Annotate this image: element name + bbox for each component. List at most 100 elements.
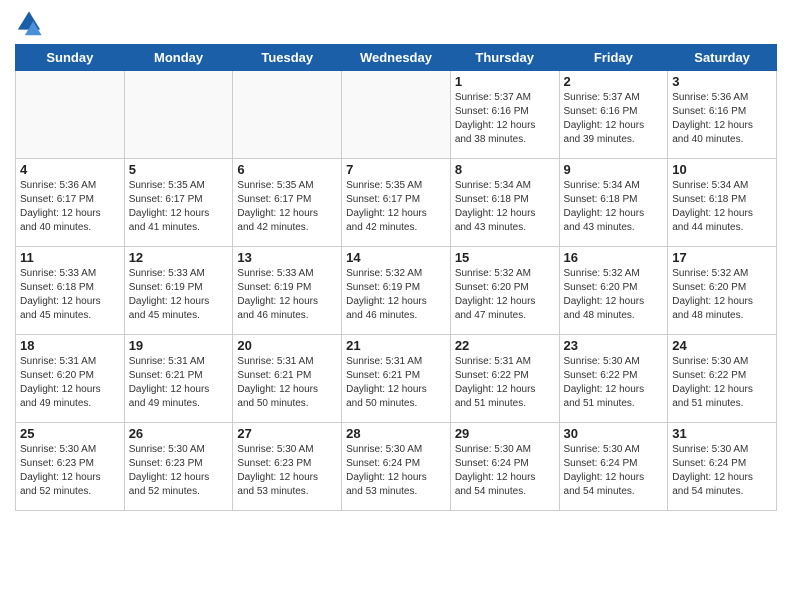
day-number: 1	[455, 74, 555, 89]
day-number: 24	[672, 338, 772, 353]
cell-text: Sunrise: 5:30 AM Sunset: 6:23 PM Dayligh…	[20, 443, 120, 499]
day-number: 13	[237, 250, 337, 265]
days-header-row: SundayMondayTuesdayWednesdayThursdayFrid…	[16, 45, 777, 71]
week-row-0: 1 Sunrise: 5:37 AM Sunset: 6:16 PM Daylig…	[16, 71, 777, 159]
calendar-cell: 8 Sunrise: 5:34 AM Sunset: 6:18 PM Daylig…	[450, 159, 559, 247]
cell-text: Sunrise: 5:33 AM Sunset: 6:19 PM Dayligh…	[129, 267, 229, 323]
calendar-cell: 12Sunrise: 5:33 AM Sunset: 6:19 PM Dayli…	[124, 247, 233, 335]
day-number: 17	[672, 250, 772, 265]
calendar-cell: 6 Sunrise: 5:35 AM Sunset: 6:17 PM Daylig…	[233, 159, 342, 247]
calendar-cell: 15 Sunrise: 5:32 AM Sunset: 6:20 PM Dayli…	[450, 247, 559, 335]
cell-text: Sunrise: 5:32 AM Sunset: 6:20 PM Dayligh…	[672, 267, 772, 323]
day-number: 20	[237, 338, 337, 353]
day-number: 2	[564, 74, 664, 89]
cell-text: Sunrise: 5:36 AM Sunset: 6:17 PM Dayligh…	[20, 179, 120, 235]
week-row-2: 11 Sunrise: 5:33 AM Sunset: 6:18 PM Dayli…	[16, 247, 777, 335]
day-number: 16	[564, 250, 664, 265]
header	[15, 10, 777, 38]
calendar-cell: 5 Sunrise: 5:35 AM Sunset: 6:17 PM Daylig…	[124, 159, 233, 247]
calendar-header: SundayMondayTuesdayWednesdayThursdayFrid…	[16, 45, 777, 71]
cell-text: Sunrise: 5:37 AM Sunset: 6:16 PM Dayligh…	[564, 91, 664, 147]
calendar-cell: 4 Sunrise: 5:36 AM Sunset: 6:17 PM Daylig…	[16, 159, 125, 247]
calendar-cell: 28 Sunrise: 5:30 AM Sunset: 6:24 PM Dayli…	[342, 423, 451, 511]
day-number: 31	[672, 426, 772, 441]
cell-text: Sunrise: 5:34 AM Sunset: 6:18 PM Dayligh…	[455, 179, 555, 235]
calendar-cell: 11 Sunrise: 5:33 AM Sunset: 6:18 PM Dayli…	[16, 247, 125, 335]
calendar-cell: 18 Sunrise: 5:31 AM Sunset: 6:20 PM Dayli…	[16, 335, 125, 423]
cell-text: Sunrise: 5:30 AM Sunset: 6:24 PM Dayligh…	[564, 443, 664, 499]
cell-text: Sunrise: 5:30 AM Sunset: 6:23 PM Dayligh…	[237, 443, 337, 499]
day-number: 3	[672, 74, 772, 89]
calendar-cell: 9 Sunrise: 5:34 AM Sunset: 6:18 PM Daylig…	[559, 159, 668, 247]
calendar-cell: 13 Sunrise: 5:33 AM Sunset: 6:19 PM Dayli…	[233, 247, 342, 335]
calendar-cell: 26 Sunrise: 5:30 AM Sunset: 6:23 PM Dayli…	[124, 423, 233, 511]
day-number: 18	[20, 338, 120, 353]
calendar-cell: 29 Sunrise: 5:30 AM Sunset: 6:24 PM Dayli…	[450, 423, 559, 511]
calendar-cell: 7 Sunrise: 5:35 AM Sunset: 6:17 PM Daylig…	[342, 159, 451, 247]
cell-text: Sunrise: 5:36 AM Sunset: 6:16 PM Dayligh…	[672, 91, 772, 147]
day-number: 8	[455, 162, 555, 177]
cell-text: Sunrise: 5:31 AM Sunset: 6:21 PM Dayligh…	[129, 355, 229, 411]
cell-text: Sunrise: 5:33 AM Sunset: 6:18 PM Dayligh…	[20, 267, 120, 323]
day-number: 28	[346, 426, 446, 441]
day-number: 23	[564, 338, 664, 353]
day-number: 4	[20, 162, 120, 177]
cell-text: Sunrise: 5:31 AM Sunset: 6:22 PM Dayligh…	[455, 355, 555, 411]
day-number: 29	[455, 426, 555, 441]
calendar-cell: 27Sunrise: 5:30 AM Sunset: 6:23 PM Dayli…	[233, 423, 342, 511]
day-number: 5	[129, 162, 229, 177]
cell-text: Sunrise: 5:31 AM Sunset: 6:21 PM Dayligh…	[346, 355, 446, 411]
cell-text: Sunrise: 5:30 AM Sunset: 6:23 PM Dayligh…	[129, 443, 229, 499]
day-number: 11	[20, 250, 120, 265]
day-header-tuesday: Tuesday	[233, 45, 342, 71]
week-row-1: 4 Sunrise: 5:36 AM Sunset: 6:17 PM Daylig…	[16, 159, 777, 247]
day-number: 6	[237, 162, 337, 177]
day-number: 15	[455, 250, 555, 265]
day-number: 9	[564, 162, 664, 177]
calendar-cell: 19Sunrise: 5:31 AM Sunset: 6:21 PM Dayli…	[124, 335, 233, 423]
cell-text: Sunrise: 5:30 AM Sunset: 6:24 PM Dayligh…	[346, 443, 446, 499]
logo	[15, 10, 47, 38]
cell-text: Sunrise: 5:34 AM Sunset: 6:18 PM Dayligh…	[672, 179, 772, 235]
cell-text: Sunrise: 5:30 AM Sunset: 6:24 PM Dayligh…	[455, 443, 555, 499]
calendar-cell: 31 Sunrise: 5:30 AM Sunset: 6:24 PM Dayli…	[668, 423, 777, 511]
cell-text: Sunrise: 5:30 AM Sunset: 6:22 PM Dayligh…	[564, 355, 664, 411]
page: SundayMondayTuesdayWednesdayThursdayFrid…	[0, 0, 792, 612]
calendar-cell: 1 Sunrise: 5:37 AM Sunset: 6:16 PM Daylig…	[450, 71, 559, 159]
calendar-cell	[233, 71, 342, 159]
cell-text: Sunrise: 5:32 AM Sunset: 6:19 PM Dayligh…	[346, 267, 446, 323]
cell-text: Sunrise: 5:34 AM Sunset: 6:18 PM Dayligh…	[564, 179, 664, 235]
cell-text: Sunrise: 5:35 AM Sunset: 6:17 PM Dayligh…	[346, 179, 446, 235]
cell-text: Sunrise: 5:35 AM Sunset: 6:17 PM Dayligh…	[237, 179, 337, 235]
cell-text: Sunrise: 5:35 AM Sunset: 6:17 PM Dayligh…	[129, 179, 229, 235]
day-number: 10	[672, 162, 772, 177]
cell-text: Sunrise: 5:30 AM Sunset: 6:24 PM Dayligh…	[672, 443, 772, 499]
calendar-cell: 24Sunrise: 5:30 AM Sunset: 6:22 PM Dayli…	[668, 335, 777, 423]
calendar-body: 1 Sunrise: 5:37 AM Sunset: 6:16 PM Daylig…	[16, 71, 777, 511]
day-number: 22	[455, 338, 555, 353]
calendar-cell: 21 Sunrise: 5:31 AM Sunset: 6:21 PM Dayli…	[342, 335, 451, 423]
day-header-monday: Monday	[124, 45, 233, 71]
day-number: 7	[346, 162, 446, 177]
calendar-cell: 14 Sunrise: 5:32 AM Sunset: 6:19 PM Dayli…	[342, 247, 451, 335]
calendar-cell: 30 Sunrise: 5:30 AM Sunset: 6:24 PM Dayli…	[559, 423, 668, 511]
calendar-cell	[16, 71, 125, 159]
day-number: 30	[564, 426, 664, 441]
cell-text: Sunrise: 5:31 AM Sunset: 6:20 PM Dayligh…	[20, 355, 120, 411]
cell-text: Sunrise: 5:32 AM Sunset: 6:20 PM Dayligh…	[564, 267, 664, 323]
calendar-cell	[342, 71, 451, 159]
calendar-table: SundayMondayTuesdayWednesdayThursdayFrid…	[15, 44, 777, 511]
day-number: 21	[346, 338, 446, 353]
cell-text: Sunrise: 5:31 AM Sunset: 6:21 PM Dayligh…	[237, 355, 337, 411]
day-header-saturday: Saturday	[668, 45, 777, 71]
day-number: 14	[346, 250, 446, 265]
cell-text: Sunrise: 5:32 AM Sunset: 6:20 PM Dayligh…	[455, 267, 555, 323]
cell-text: Sunrise: 5:37 AM Sunset: 6:16 PM Dayligh…	[455, 91, 555, 147]
day-number: 26	[129, 426, 229, 441]
calendar-cell: 17 Sunrise: 5:32 AM Sunset: 6:20 PM Dayli…	[668, 247, 777, 335]
calendar-cell: 3 Sunrise: 5:36 AM Sunset: 6:16 PM Daylig…	[668, 71, 777, 159]
logo-icon	[15, 10, 43, 38]
calendar-cell: 22 Sunrise: 5:31 AM Sunset: 6:22 PM Dayli…	[450, 335, 559, 423]
cell-text: Sunrise: 5:33 AM Sunset: 6:19 PM Dayligh…	[237, 267, 337, 323]
calendar-cell: 16 Sunrise: 5:32 AM Sunset: 6:20 PM Dayli…	[559, 247, 668, 335]
